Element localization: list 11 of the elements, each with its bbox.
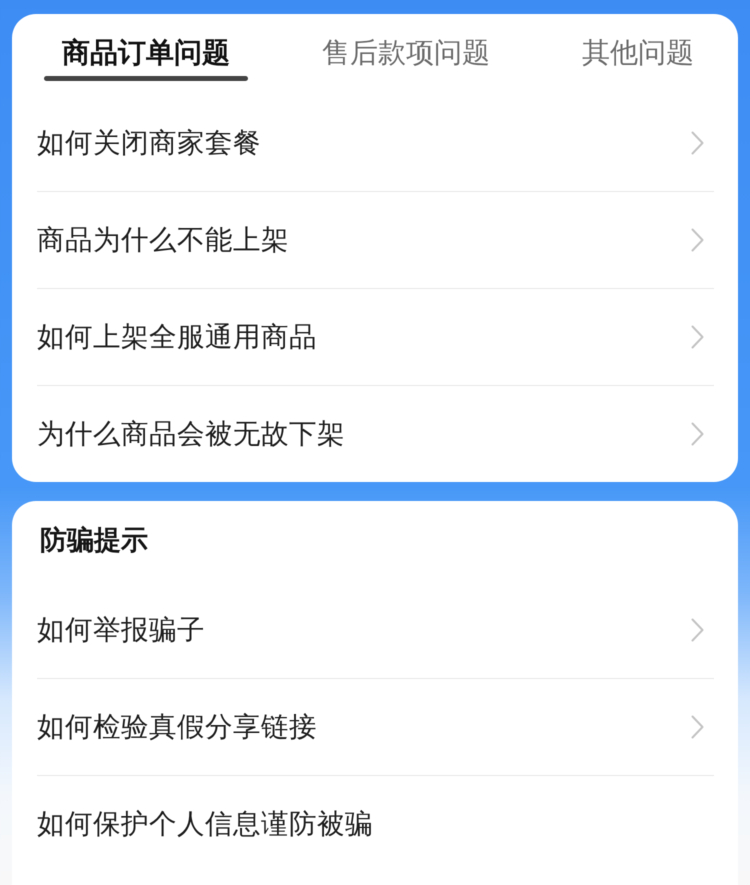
question-item[interactable]: 如何举报骗子 (37, 582, 714, 678)
question-item[interactable]: 如何关闭商家套餐 (37, 95, 714, 191)
question-item[interactable]: 为什么商品会被无故下架 (37, 386, 714, 482)
question-item[interactable]: 如何保护个人信息谨防被骗 (37, 776, 714, 872)
question-item[interactable]: 商品为什么不能上架 (37, 192, 714, 288)
tab[interactable]: 商品订单问题 (44, 14, 248, 95)
question-item[interactable]: 如何检验真假分享链接 (37, 679, 714, 775)
question-item[interactable]: 如何上架全服通用商品 (37, 289, 714, 385)
section-title: 防骗提示 (40, 525, 148, 556)
tab[interactable]: 售后款项问题 (304, 14, 508, 95)
tab[interactable]: 其他问题 (564, 14, 712, 95)
